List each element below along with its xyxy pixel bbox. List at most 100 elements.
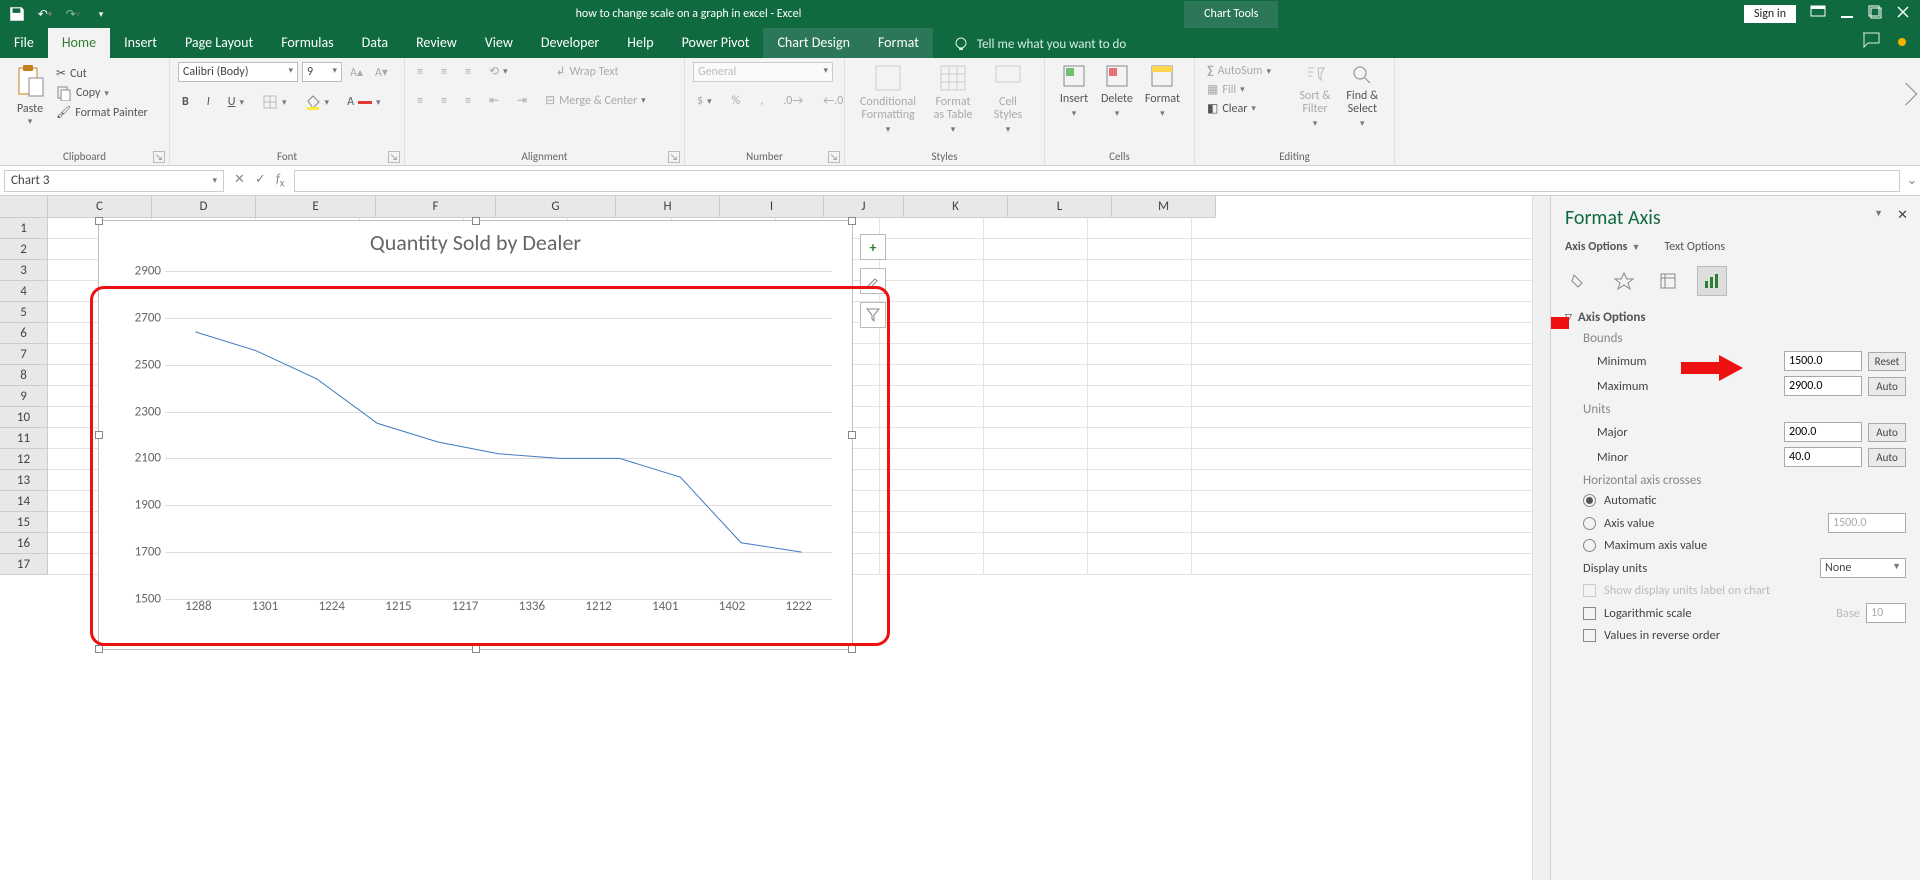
- axis-options-section-header[interactable]: ▽Axis Options: [1565, 310, 1906, 325]
- y-axis-labels[interactable]: 29002700250023002100190017001500: [119, 271, 165, 599]
- col-header[interactable]: H: [616, 196, 720, 218]
- row-header[interactable]: 7: [0, 344, 48, 365]
- tab-data[interactable]: Data: [348, 28, 402, 58]
- cut-button[interactable]: ✂Cut: [52, 64, 152, 83]
- align-left-icon[interactable]: ≡: [413, 91, 427, 110]
- font-color-button[interactable]: A▾: [343, 93, 384, 111]
- log-scale-check[interactable]: [1583, 607, 1596, 620]
- decrease-font-icon[interactable]: A▾: [371, 62, 392, 82]
- increase-indent-icon[interactable]: ⇥: [513, 91, 531, 110]
- increase-font-icon[interactable]: A▴: [346, 62, 367, 82]
- x-axis-labels[interactable]: 1288130112241215121713361212140114021222: [165, 599, 832, 619]
- comments-icon[interactable]: [1862, 32, 1880, 52]
- minor-auto-button[interactable]: Auto: [1868, 448, 1906, 467]
- comma-format-icon[interactable]: ,: [756, 92, 767, 110]
- tab-insert[interactable]: Insert: [110, 28, 171, 58]
- delete-cells-button[interactable]: Delete▾: [1095, 62, 1139, 147]
- col-header[interactable]: G: [496, 196, 616, 218]
- pane-options-icon[interactable]: ▼: [1874, 208, 1883, 223]
- find-select-button[interactable]: Find & Select▾: [1339, 62, 1386, 147]
- row-header[interactable]: 10: [0, 407, 48, 428]
- chart-title[interactable]: Quantity Sold by Dealer: [99, 221, 852, 256]
- font-name-select[interactable]: Calibri (Body)▾: [178, 62, 298, 82]
- tell-me[interactable]: Tell me what you want to do: [953, 36, 1126, 58]
- font-size-select[interactable]: 9▾: [302, 62, 342, 82]
- reset-button[interactable]: Reset: [1868, 352, 1906, 371]
- copy-button[interactable]: Copy ▾: [52, 83, 152, 103]
- format-as-table-button[interactable]: Format as Table▾: [923, 62, 983, 147]
- close-icon[interactable]: [1896, 5, 1910, 23]
- axis-options-icon[interactable]: [1697, 266, 1727, 296]
- major-auto-button[interactable]: Auto: [1868, 423, 1906, 442]
- tab-file[interactable]: File: [0, 28, 48, 58]
- align-middle-icon[interactable]: ≡: [437, 62, 451, 81]
- tab-developer[interactable]: Developer: [527, 28, 613, 58]
- row-header[interactable]: 16: [0, 533, 48, 554]
- chart-styles-button[interactable]: [860, 268, 886, 294]
- maximize-icon[interactable]: [1868, 5, 1882, 23]
- ribbon-display-icon[interactable]: [1810, 5, 1826, 23]
- tab-power-pivot[interactable]: Power Pivot: [668, 28, 764, 58]
- tab-help[interactable]: Help: [613, 28, 667, 58]
- fx-icon[interactable]: fx: [276, 172, 285, 190]
- format-cells-button[interactable]: Format▾: [1139, 62, 1186, 147]
- tab-chart-design[interactable]: Chart Design: [763, 28, 863, 58]
- decrease-indent-icon[interactable]: ⇤: [485, 91, 503, 110]
- col-header[interactable]: C: [48, 196, 152, 218]
- row-header[interactable]: 12: [0, 449, 48, 470]
- autosum-button[interactable]: ∑ AutoSum ▾: [1203, 62, 1291, 80]
- sort-filter-button[interactable]: Sort & Filter▾: [1291, 62, 1338, 147]
- clear-button[interactable]: ◧ Clear ▾: [1203, 99, 1291, 118]
- signin-button[interactable]: Sign in: [1744, 5, 1796, 23]
- fill-color-button[interactable]: ▾: [301, 92, 334, 112]
- col-header[interactable]: M: [1112, 196, 1216, 218]
- collapse-ribbon-icon[interactable]: [1895, 83, 1918, 106]
- hac-axis-value-radio[interactable]: [1583, 517, 1596, 530]
- insert-cells-button[interactable]: Insert▾: [1053, 62, 1095, 147]
- row-header[interactable]: 15: [0, 512, 48, 533]
- orientation-icon[interactable]: ⟲▾: [485, 62, 512, 81]
- reverse-order-check[interactable]: [1583, 629, 1596, 642]
- major-input[interactable]: [1784, 422, 1862, 442]
- align-top-icon[interactable]: ≡: [413, 62, 427, 81]
- tab-review[interactable]: Review: [402, 28, 471, 58]
- save-icon[interactable]: [8, 5, 26, 23]
- qat-more-icon[interactable]: ▾: [92, 5, 110, 23]
- row-header[interactable]: 9: [0, 386, 48, 407]
- tab-view[interactable]: View: [471, 28, 527, 58]
- italic-button[interactable]: I: [203, 93, 214, 111]
- chart-elements-button[interactable]: +: [860, 234, 886, 260]
- cancel-formula-icon[interactable]: ✕: [234, 172, 245, 190]
- fill-line-icon[interactable]: [1565, 266, 1595, 296]
- align-bottom-icon[interactable]: ≡: [461, 62, 475, 81]
- row-header[interactable]: 6: [0, 323, 48, 344]
- col-header[interactable]: D: [152, 196, 256, 218]
- cell-styles-button[interactable]: Cell Styles▾: [983, 62, 1033, 147]
- size-properties-icon[interactable]: [1653, 266, 1683, 296]
- conditional-formatting-button[interactable]: Conditional Formatting▾: [853, 62, 923, 147]
- enter-formula-icon[interactable]: ✓: [255, 172, 266, 190]
- percent-format-icon[interactable]: %: [728, 92, 745, 110]
- select-all-corner[interactable]: [0, 196, 48, 218]
- display-units-select[interactable]: None▼: [1820, 558, 1906, 578]
- row-header[interactable]: 8: [0, 365, 48, 386]
- tab-formulas[interactable]: Formulas: [267, 28, 347, 58]
- pane-tab-axis-options[interactable]: Axis Options ▼: [1565, 240, 1640, 254]
- increase-decimal-icon[interactable]: .0→: [779, 92, 807, 110]
- col-header[interactable]: I: [720, 196, 824, 218]
- alignment-dialog-launcher[interactable]: ↘: [668, 151, 680, 163]
- effects-icon[interactable]: [1609, 266, 1639, 296]
- fill-button[interactable]: ▦ Fill ▾: [1203, 80, 1291, 99]
- row-header[interactable]: 4: [0, 281, 48, 302]
- row-header[interactable]: 14: [0, 491, 48, 512]
- underline-button[interactable]: U ▾: [224, 93, 248, 111]
- paste-button[interactable]: Paste ▾: [8, 62, 52, 147]
- borders-button[interactable]: ▾: [258, 92, 291, 112]
- format-painter-button[interactable]: 🖌Format Painter: [52, 103, 152, 122]
- worksheet[interactable]: C D E F G H I J K L M 123456789101112131…: [0, 196, 1550, 880]
- decrease-decimal-icon[interactable]: ←.0: [819, 92, 847, 110]
- merge-center-button[interactable]: ⊟Merge & Center ▾: [541, 91, 650, 110]
- clipboard-dialog-launcher[interactable]: ↘: [153, 151, 165, 163]
- number-dialog-launcher[interactable]: ↘: [828, 151, 840, 163]
- chart-filters-button[interactable]: [860, 302, 886, 328]
